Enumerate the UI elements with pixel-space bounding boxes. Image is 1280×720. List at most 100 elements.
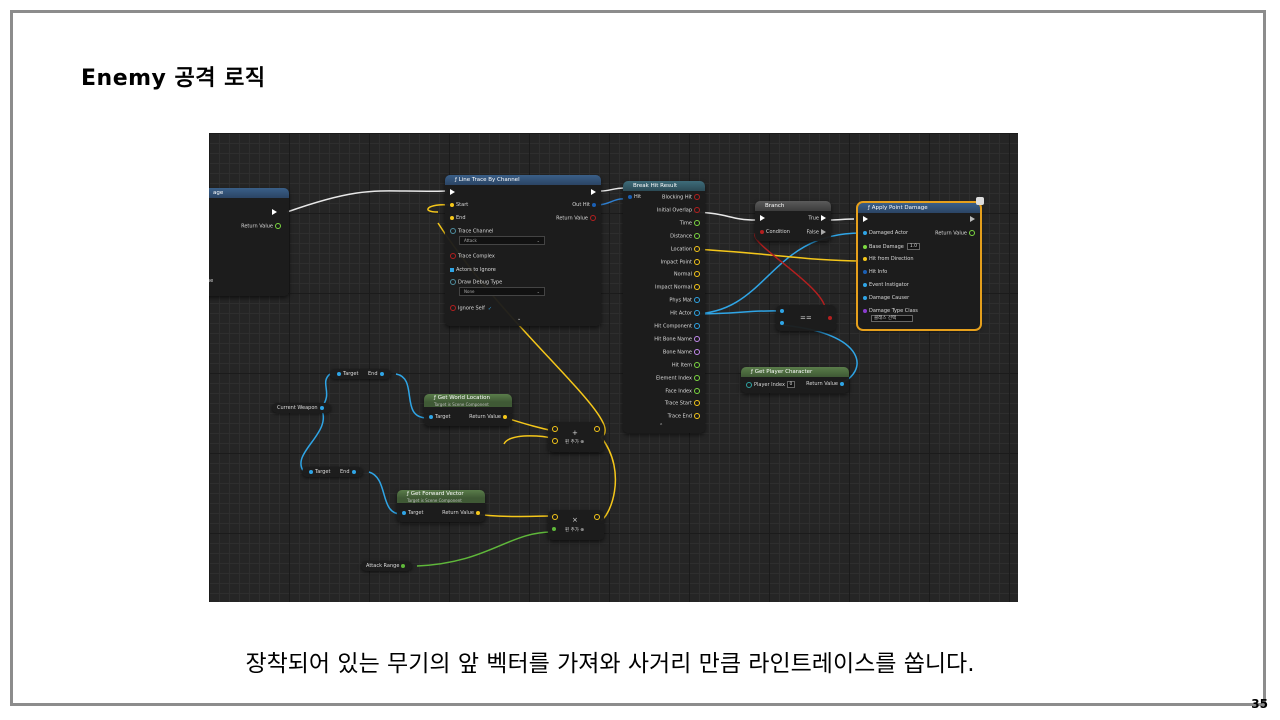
add-in-a[interactable] [550,426,560,433]
multiply-in-a[interactable] [550,514,560,521]
break-hit-output-pin[interactable]: Blocking Hit [662,194,702,201]
current-weapon-getter[interactable]: Current Weapon [272,403,331,413]
player-return-pin[interactable]: Return Value [806,381,846,387]
apply-point-damage-node[interactable]: ƒ Apply Point Damage Return Value Damage… [856,201,982,331]
exec-input-pin[interactable] [448,189,457,196]
weapon-wire-2 [300,407,324,473]
ignore-self-pin[interactable]: Ignore Self ✓ [448,305,492,312]
add-in-b[interactable] [550,438,560,445]
apply-exec-out[interactable] [968,216,977,223]
branch-exec-in[interactable] [758,215,767,222]
break-hit-output-pin[interactable]: Trace Start [665,400,702,407]
apply-damage-input-pin[interactable]: Hit Info [861,269,887,275]
pin-dot [863,295,867,300]
get-forward-vector-node[interactable]: ƒ Get Forward Vector Target is Scene Com… [397,490,485,522]
break-target-end-top[interactable]: Target End [330,369,391,379]
equals-label: == [800,314,812,322]
multiply-out[interactable] [592,514,602,521]
break-hit-output-pin[interactable]: Phys Mat [669,297,702,304]
trace-channel-label: Trace Channel [448,228,493,235]
get-player-character-node[interactable]: ƒ Get Player Character Player Index 0 Re… [741,367,849,393]
multiply-vector-node[interactable]: × 핀 추가 ⊕ [548,510,604,540]
break-hit-output-pin[interactable]: Trace End [668,413,702,420]
equals-node[interactable]: == [776,305,836,331]
line-trace-return-pin[interactable]: Return Value [556,215,598,222]
pin-dot [694,387,700,394]
add-pin-button[interactable]: 핀 추가 ⊕ [565,440,584,446]
expand-chevron-icon[interactable]: ⌄ [517,316,521,322]
branch-true-pin[interactable]: True [808,215,828,222]
apply-exec-in[interactable] [861,216,870,223]
apply-damage-input-pin[interactable]: Damage Type Class 클래스 선택 [861,308,918,322]
partial-left-node[interactable]: age Return Value ⌕ ne [209,188,289,296]
hit-input-pin[interactable]: Hit [626,194,641,200]
break-hit-output-pin[interactable]: Bone Name [663,348,702,355]
pin-dot [694,348,700,355]
break-hit-output-pin[interactable]: Hit Bone Name [654,335,702,342]
apply-return-pin[interactable]: Return Value [935,230,977,237]
equals-out[interactable] [826,315,834,321]
break-hit-output-pin[interactable]: Hit Item [672,361,702,368]
break-hit-output-pin[interactable]: Hit Component [654,323,702,330]
break-hit-output-pin[interactable]: Time [680,219,702,226]
world-location-return-pin[interactable]: Return Value [469,414,509,420]
break-hit-output-pin[interactable]: Impact Point [661,258,702,265]
apply-damage-input-pin[interactable]: Event Instigator [861,282,909,288]
forward-vector-return-pin[interactable]: Return Value [442,510,482,516]
end-pin[interactable]: End [448,215,466,221]
branch-false-pin[interactable]: False [806,229,828,236]
location-to-hit-dir [692,248,862,262]
trace-channel-dropdown[interactable]: Attack ⌄ [459,236,545,245]
apply-damage-input-pin[interactable]: Damage Causer [861,295,909,301]
break-hit-output-pin[interactable]: Location [671,245,702,252]
pin-dot [694,310,700,317]
break-hit-output-pin[interactable]: Hit Actor [670,310,702,317]
break-hit-result-node[interactable]: Break Hit Result Hit Blocking Hit Initial… [623,181,705,433]
attack-range-wire [416,531,555,567]
base-damage-value[interactable]: 1.0 [906,243,921,250]
break-hit-output-pin[interactable]: Element Index [656,374,702,381]
world-location-target-pin[interactable]: Target [427,414,450,420]
trace-complex-pin[interactable]: Trace Complex [448,253,495,260]
break-hit-output-pin[interactable]: Normal [674,271,702,278]
condition-pin[interactable]: Condition [758,229,790,235]
apply-damage-input-pin[interactable]: Damaged Actor [861,230,908,236]
blueprint-graph-screenshot[interactable]: age Return Value ⌕ ne ƒ Line Trace By Ch… [209,133,1018,602]
multiply-in-b[interactable] [550,526,558,532]
apply-damage-input-pin[interactable]: Hit from Direction [861,256,914,262]
multiply-op-label: × [572,516,578,524]
multiply-add-pin-button[interactable]: 핀 추가 ⊕ [565,528,584,534]
add-out[interactable] [592,426,602,433]
apply-damage-input-pin[interactable]: Base Damage 1.0 [861,243,921,250]
target-wire-1 [395,373,428,419]
draw-debug-dropdown[interactable]: None ⌄ [459,287,545,296]
attack-range-getter[interactable]: Attack Range [361,561,413,571]
partial-return-pin[interactable]: Return Value [241,223,283,230]
exec-output-pin[interactable] [270,209,279,216]
collapse-chevron-icon[interactable]: ⌃ [659,423,663,429]
actors-to-ignore-pin[interactable]: Actors to Ignore [448,267,496,273]
damage-type-dropdown[interactable]: 클래스 선택 [871,315,913,322]
forward-vector-target-pin[interactable]: Target [400,510,423,516]
out-hit-pin[interactable]: Out Hit [572,202,598,208]
pin-dot [694,232,700,239]
add-vector-node[interactable]: + 핀 추가 ⊕ [548,422,604,452]
line-trace-node[interactable]: ƒ Line Trace By Channel Start Out Hit En… [445,175,601,326]
exec-output-pin[interactable] [589,189,598,196]
get-world-location-header: ƒ Get World Location [424,394,512,402]
break-hit-output-pin[interactable]: Face Index [665,387,702,394]
player-index-pin[interactable]: Player Index 0 [744,381,796,388]
break-hit-output-pin[interactable]: Distance [670,232,702,239]
break-target-end-bottom[interactable]: Target End [302,467,363,477]
hit-wire [596,198,626,206]
start-pin[interactable]: Start [448,202,468,208]
equals-in-b[interactable] [778,320,786,326]
pin-dot [694,400,700,407]
get-world-location-node[interactable]: ƒ Get World Location Target is Scene Com… [424,394,512,426]
break-hit-output-pin[interactable]: Initial Overlap [657,206,702,213]
pin-dot [863,244,867,249]
equals-in-a[interactable] [778,308,786,314]
break-hit-output-pin[interactable]: Impact Normal [655,284,702,291]
branch-node[interactable]: Branch True Condition False [755,201,831,241]
pin-dot [694,258,700,265]
